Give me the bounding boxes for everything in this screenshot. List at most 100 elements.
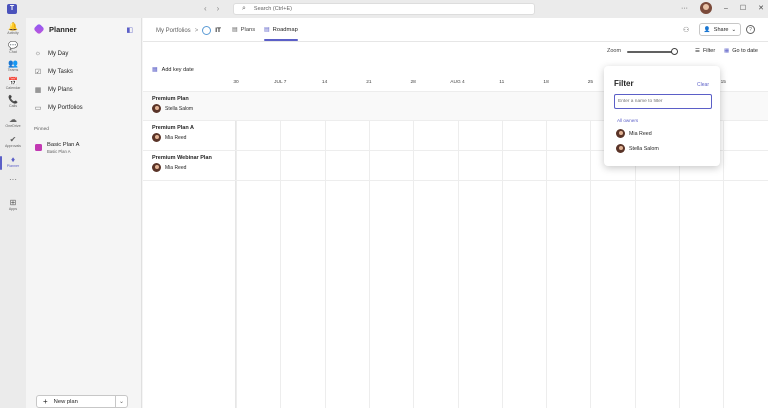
owner-avatar [616, 144, 625, 153]
timeline-date: AUG 4 [450, 80, 465, 85]
tab-plans-label: Plans [240, 26, 256, 33]
filter-owner-name: Stella Salom [629, 145, 659, 152]
teams-logo-icon: T [7, 4, 17, 14]
chevron-right-icon[interactable]: › [217, 4, 220, 13]
filter-button[interactable]: ☰ Filter [695, 48, 715, 54]
rail-item-teams[interactable]: 👥 Teams [0, 59, 26, 73]
owner-avatar [616, 129, 625, 138]
sidenav-item-my-tasks[interactable]: ☑ My Tasks [34, 68, 73, 76]
share-button[interactable]: 👤 Share ⌄ [699, 23, 741, 36]
rail-item-label: Teams [7, 68, 19, 72]
share-people-icon: 👤 [703, 26, 711, 33]
tasks-icon: ☑ [34, 69, 42, 76]
timeline-date: JUL 7 [274, 80, 287, 85]
rail-item-calls[interactable]: 📞 Calls [0, 95, 26, 109]
rail-item-more[interactable]: ··· [0, 175, 26, 184]
more-icon: ··· [9, 175, 17, 184]
new-plan-main[interactable]: + New plan [37, 397, 115, 406]
plan-name[interactable]: Premium Plan A [152, 125, 194, 131]
plans-icon: ▤ [232, 27, 238, 33]
rail-item-onedrive[interactable]: ☁ OneDrive [0, 115, 26, 129]
filter-title: Filter [614, 79, 634, 88]
plan-icon [35, 144, 42, 151]
plan-name[interactable]: Premium Webinar Plan [152, 155, 212, 161]
planner-header: Planner [33, 23, 77, 35]
calendar-icon: 📅 [8, 77, 18, 86]
calendar-add-icon: ▦ [152, 67, 158, 73]
go-to-date-button[interactable]: ▦ Go to date [724, 48, 758, 54]
roadmap-icon: ▤ [264, 27, 270, 33]
nav-arrows: ‹ › [204, 4, 219, 13]
owner-name: Mia Reed [165, 134, 187, 141]
user-avatar[interactable] [699, 2, 712, 14]
timeline-date: 11 [499, 80, 505, 85]
all-owners-label[interactable]: All owners [617, 118, 638, 123]
sidenav-item-my-plans[interactable]: ▦ My Plans [34, 86, 73, 94]
add-key-date-button[interactable]: ▦ Add key date [152, 66, 194, 74]
sidenav-item-label: My Plans [48, 87, 73, 93]
cloud-icon: ☁ [9, 115, 17, 124]
rail-item-label: Calls [9, 104, 17, 108]
zoom-slider-thumb[interactable] [671, 48, 678, 55]
rail-item-label: Approvals [5, 144, 21, 148]
filter-owner-option[interactable]: Stella Salom [616, 144, 659, 153]
plans-grid-icon: ▦ [34, 87, 42, 94]
minimize-icon[interactable]: – [724, 5, 728, 12]
new-plan-button[interactable]: + New plan ⌄ [36, 395, 128, 408]
pinned-plan-sub: Basic Plan A [47, 149, 71, 154]
collapse-pane-icon[interactable]: ◧ [126, 26, 133, 34]
tab-plans[interactable]: ▤ Plans [232, 26, 256, 34]
timeline-date: 21 [366, 80, 372, 85]
sidenav-item-my-portfolios[interactable]: ▭ My Portfolios [34, 104, 83, 112]
maximize-icon[interactable]: ☐ [740, 4, 746, 12]
rail-item-planner[interactable]: ♦ Planner [0, 155, 26, 170]
chevron-down-icon: ⌄ [731, 26, 737, 33]
search-placeholder: Search (Ctrl+E) [253, 6, 292, 12]
help-icon[interactable]: ? [746, 25, 755, 34]
go-to-date-label: Go to date [732, 48, 758, 54]
filter-name-input[interactable] [614, 94, 712, 109]
chevron-down-icon[interactable]: ⌄ [115, 396, 127, 407]
plus-icon: + [43, 397, 48, 406]
search-box[interactable]: ⌕ Search (Ctrl+E) [233, 3, 535, 15]
timeline-date: 30 [233, 80, 239, 85]
zoom-slider[interactable] [627, 48, 678, 55]
rail-item-approvals[interactable]: ✔ Approvals [0, 135, 26, 149]
pinned-plan-basic-a[interactable]: Basic Plan A Basic Plan A [35, 142, 80, 154]
titlebar-controls: ··· – ☐ ✕ [681, 2, 764, 14]
rail-item-activity[interactable]: 🔔 Activity [0, 22, 26, 36]
people-icon[interactable]: ⚇ [683, 26, 689, 34]
owner-avatar [152, 133, 161, 142]
more-icon[interactable]: ··· [681, 5, 688, 12]
owner-name: Mia Reed [165, 164, 187, 171]
rail-item-apps[interactable]: ⊞ Apps [0, 198, 26, 212]
chat-icon: 💬 [8, 41, 18, 50]
filter-owner-name: Mia Reed [629, 130, 652, 137]
planner-title: Planner [49, 24, 77, 34]
timeline-date: 15 [720, 80, 726, 85]
plan-name[interactable]: Premium Plan [152, 96, 189, 102]
owner-name: Stella Salom [165, 105, 194, 112]
sidenav-item-my-day[interactable]: ☼ My Day [34, 50, 69, 57]
bell-icon: 🔔 [8, 22, 18, 31]
new-plan-label: New plan [53, 398, 78, 405]
timeline-date: 14 [321, 80, 328, 85]
breadcrumb: My Portfolios > IT [156, 26, 221, 35]
rail-item-label: Activity [7, 31, 19, 35]
breadcrumb-my-portfolios[interactable]: My Portfolios [156, 28, 191, 34]
close-icon[interactable]: ✕ [758, 4, 764, 12]
phone-icon: 📞 [8, 95, 18, 104]
rail-item-chat[interactable]: 💬 Chat [0, 41, 26, 55]
tab-roadmap[interactable]: ▤ Roadmap [264, 26, 298, 41]
filter-owner-option[interactable]: Mia Reed [616, 129, 652, 138]
apps-icon: ⊞ [9, 198, 17, 207]
rail-item-calendar[interactable]: 📅 Calendar [0, 77, 26, 91]
filter-clear-link[interactable]: Clear [697, 82, 709, 88]
rail-item-label: Chat [9, 50, 17, 54]
chevron-left-icon[interactable]: ‹ [204, 4, 207, 13]
owner-avatar [152, 104, 161, 113]
sidenav-item-label: My Tasks [48, 69, 73, 75]
rail-item-label: Apps [8, 207, 18, 211]
plan-owner: Mia Reed [152, 163, 186, 172]
filter-popover: Filter Clear All owners Mia Reed Stella S… [604, 66, 720, 166]
